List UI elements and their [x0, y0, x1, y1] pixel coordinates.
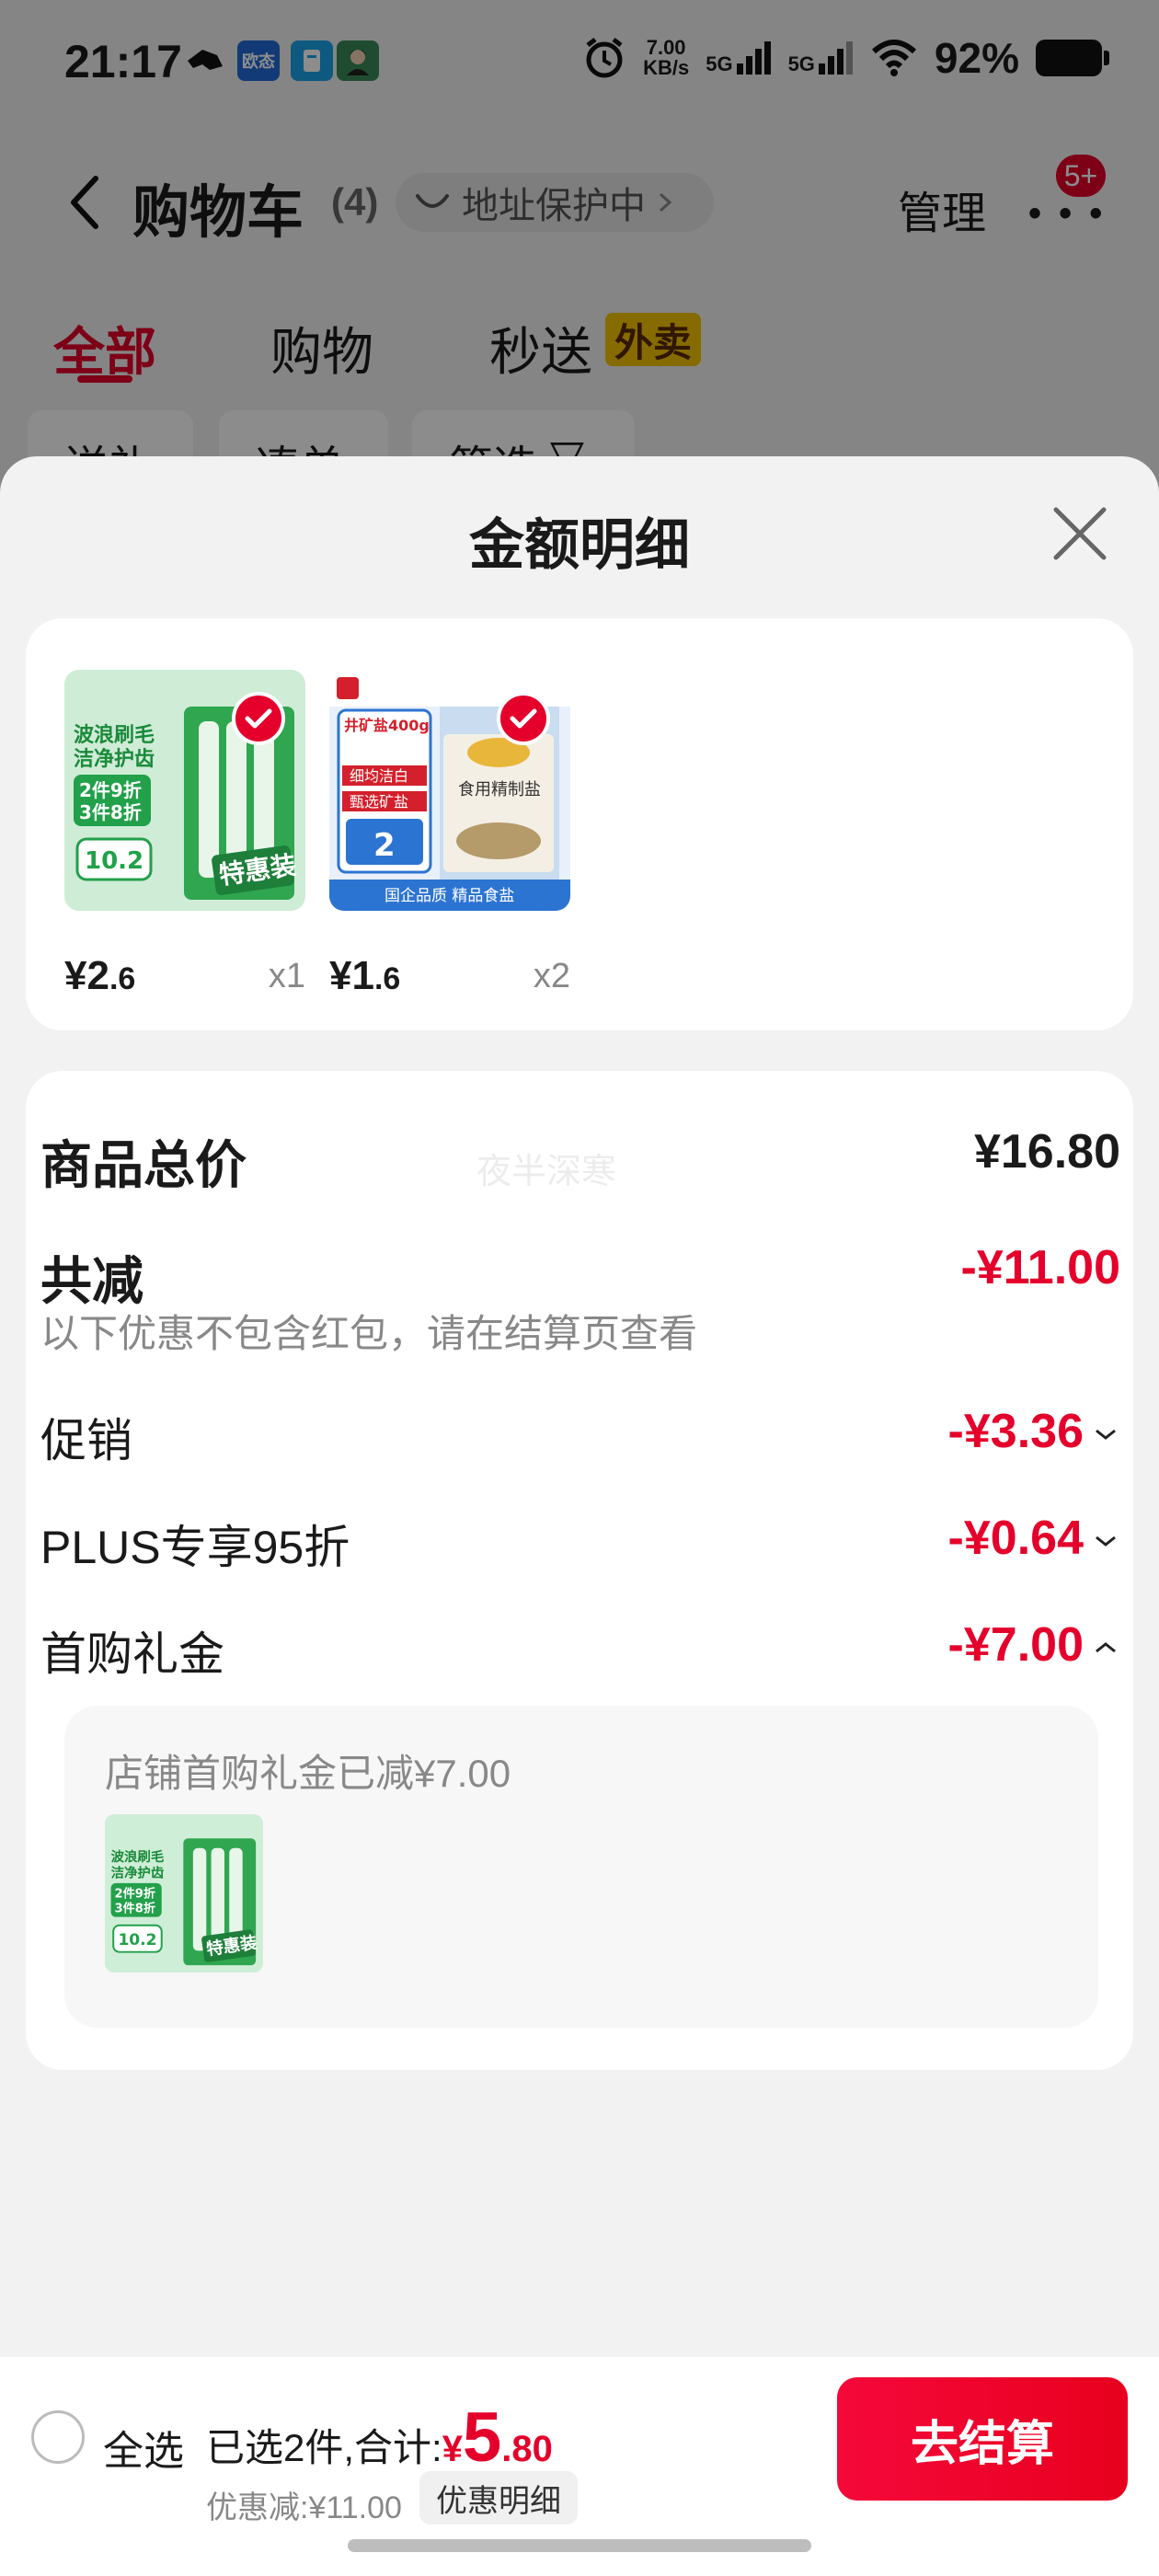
promo-row[interactable]: -¥3.36: [948, 1404, 1120, 1459]
svg-text:10.2: 10.2: [85, 847, 143, 875]
toothbrush-thumb-image: 波浪刷毛 洁净护齿 2件9折 3件8折 10.2 特惠装: [105, 1814, 263, 1972]
coupon-detail-text: 店铺首购礼金已减¥7.00: [105, 1752, 511, 1795]
svg-text:波浪刷毛: 波浪刷毛: [111, 1848, 165, 1865]
goods-item[interactable]: 波浪刷毛 洁净护齿 2件9折 3件8折 10.2 特惠装 ¥2.6 x1: [64, 670, 305, 998]
checkout-button[interactable]: 去结算: [837, 2377, 1128, 2501]
goods-total-value: ¥16.80: [973, 1125, 1120, 1179]
discount-detail-button[interactable]: 优惠明细: [419, 2471, 578, 2524]
svg-text:井矿盐400g: 井矿盐400g: [344, 717, 430, 734]
chevron-down-icon: [1096, 1536, 1116, 1547]
home-indicator[interactable]: [348, 2539, 811, 2552]
svg-text:食用精制盐: 食用精制盐: [458, 780, 541, 799]
plus-discount-label: PLUS专享95折: [40, 1522, 350, 1573]
plus-discount-row[interactable]: -¥0.64: [948, 1511, 1120, 1566]
chevron-up-icon: [1096, 1642, 1116, 1653]
discount-summary: 优惠减:¥11.00: [206, 2490, 402, 2525]
goods-card: 波浪刷毛 洁净护齿 2件9折 3件8折 10.2 特惠装 ¥2.6 x1 井矿盐…: [26, 618, 1133, 1030]
select-all-radio[interactable]: [31, 2410, 85, 2464]
svg-text:国企品质 精品食盐: 国企品质 精品食盐: [384, 887, 514, 905]
coupon-detail-box: 店铺首购礼金已减¥7.00 波浪刷毛 洁净护齿 2件9折 3件8折 10.2 特…: [64, 1706, 1098, 2028]
select-all-label[interactable]: 全选: [103, 2418, 184, 2477]
checked-icon[interactable]: [497, 692, 550, 745]
total-reduce-value: -¥11.00: [960, 1241, 1121, 1294]
checked-icon[interactable]: [232, 692, 285, 745]
sheet-title: 金额明细: [469, 514, 690, 576]
svg-text:洁净护齿: 洁净护齿: [74, 747, 155, 771]
first-purchase-gift-row[interactable]: -¥7.00: [948, 1617, 1120, 1673]
goods-qty: x1: [268, 957, 305, 995]
goods-price: ¥2.6: [64, 953, 136, 998]
svg-text:甄选矿盐: 甄选矿盐: [350, 793, 408, 811]
promo-label: 促销: [40, 1415, 132, 1466]
amount-detail-sheet: 金额明细 波浪刷毛 洁净护齿 2件9折 3件8折 10.2 特惠装 ¥2.6 x…: [0, 456, 1159, 2576]
svg-text:2件9折: 2件9折: [115, 1886, 155, 1902]
goods-item[interactable]: 井矿盐400g 细均洁白 甄选矿盐 2 食用精制盐 国企品质 精品食盐 ¥1.6…: [329, 670, 570, 998]
overlay-mask[interactable]: [0, 0, 1159, 515]
svg-text:细均洁白: 细均洁白: [350, 767, 408, 785]
svg-text:洁净护齿: 洁净护齿: [111, 1864, 165, 1880]
svg-text:波浪刷毛: 波浪刷毛: [74, 723, 155, 747]
goods-price: ¥1.6: [329, 953, 401, 998]
salt-image: 井矿盐400g 细均洁白 甄选矿盐 2 食用精制盐 国企品质 精品食盐: [329, 670, 570, 911]
selected-summary: 已选2件,合计:¥5.80: [206, 2398, 553, 2477]
close-icon[interactable]: [1050, 504, 1109, 563]
watermark: 夜半深寒: [476, 1153, 617, 1191]
svg-text:10.2: 10.2: [118, 1931, 156, 1949]
first-purchase-gift-label: 首购礼金: [40, 1628, 224, 1680]
toothbrush-image: 波浪刷毛 洁净护齿 2件9折 3件8折 10.2 特惠装: [64, 670, 305, 911]
goods-qty: x2: [533, 957, 570, 995]
svg-text:2件9折: 2件9折: [79, 779, 142, 801]
goods-total-label: 商品总价: [40, 1136, 247, 1194]
chevron-down-icon: [1096, 1430, 1116, 1441]
svg-text:2: 2: [373, 827, 396, 864]
svg-text:3件8折: 3件8折: [115, 1900, 155, 1915]
reduce-note: 以下优惠不包含红包，请在结算页查看: [40, 1312, 698, 1355]
svg-text:3件8折: 3件8折: [79, 801, 142, 823]
